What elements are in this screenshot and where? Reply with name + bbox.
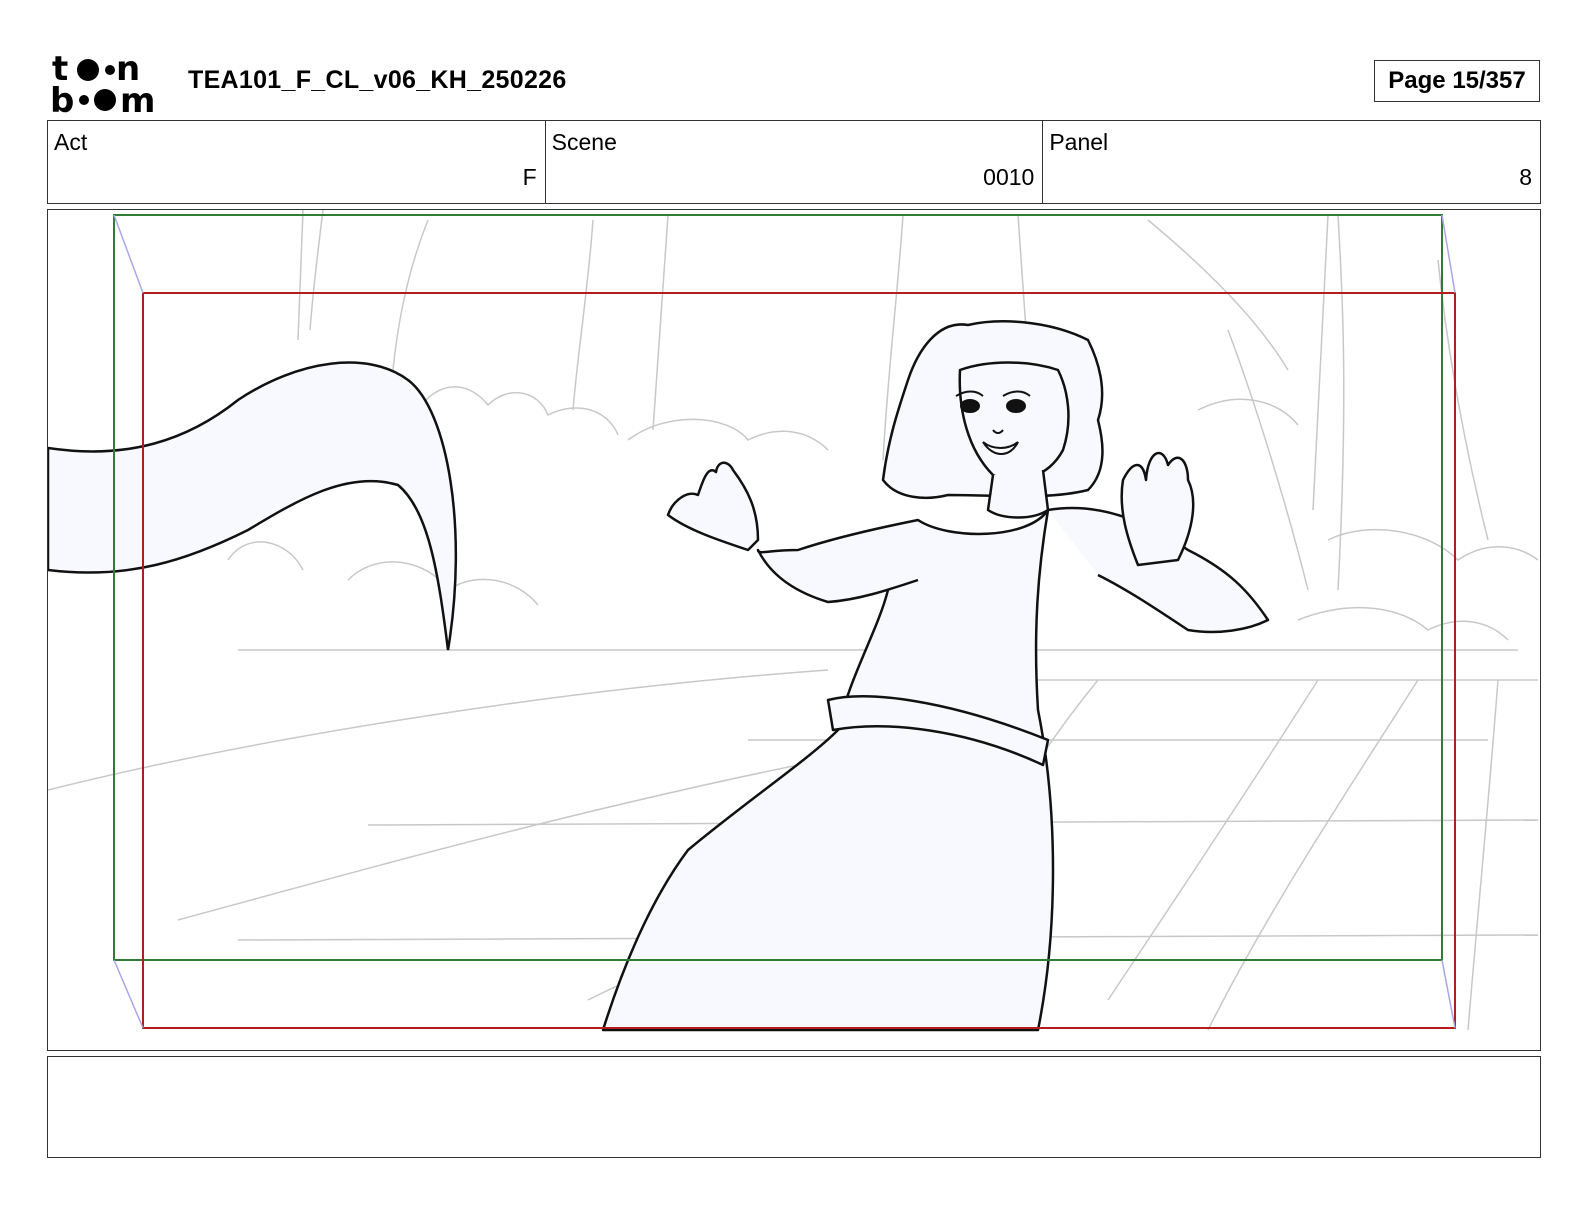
act-value: F xyxy=(522,164,537,190)
panel-cell: Panel 8 xyxy=(1043,121,1540,203)
page-indicator: Page 15/357 xyxy=(1374,60,1540,102)
tentacle-sketch xyxy=(48,361,458,651)
dialogue-box xyxy=(47,1056,1541,1158)
character-sketch xyxy=(601,320,1270,1032)
act-cell: Act F xyxy=(48,121,546,203)
scene-label: Scene xyxy=(551,129,617,155)
scene-value: 0010 xyxy=(983,164,1035,190)
panel-label: Panel xyxy=(1049,129,1109,155)
toon-boom-logo: t n b m xyxy=(50,49,166,121)
panel-value: 8 xyxy=(1519,164,1533,190)
storyboard-info-table: Act F Scene 0010 Panel 8 xyxy=(47,120,1541,204)
document-title: TEA101_F_CL_v06_KH_250226 xyxy=(188,66,567,94)
svg-text:m: m xyxy=(120,81,155,114)
svg-text:b: b xyxy=(50,81,74,114)
scene-cell: Scene 0010 xyxy=(546,121,1044,203)
storyboard-panel-image xyxy=(47,209,1541,1051)
act-label: Act xyxy=(54,129,88,155)
